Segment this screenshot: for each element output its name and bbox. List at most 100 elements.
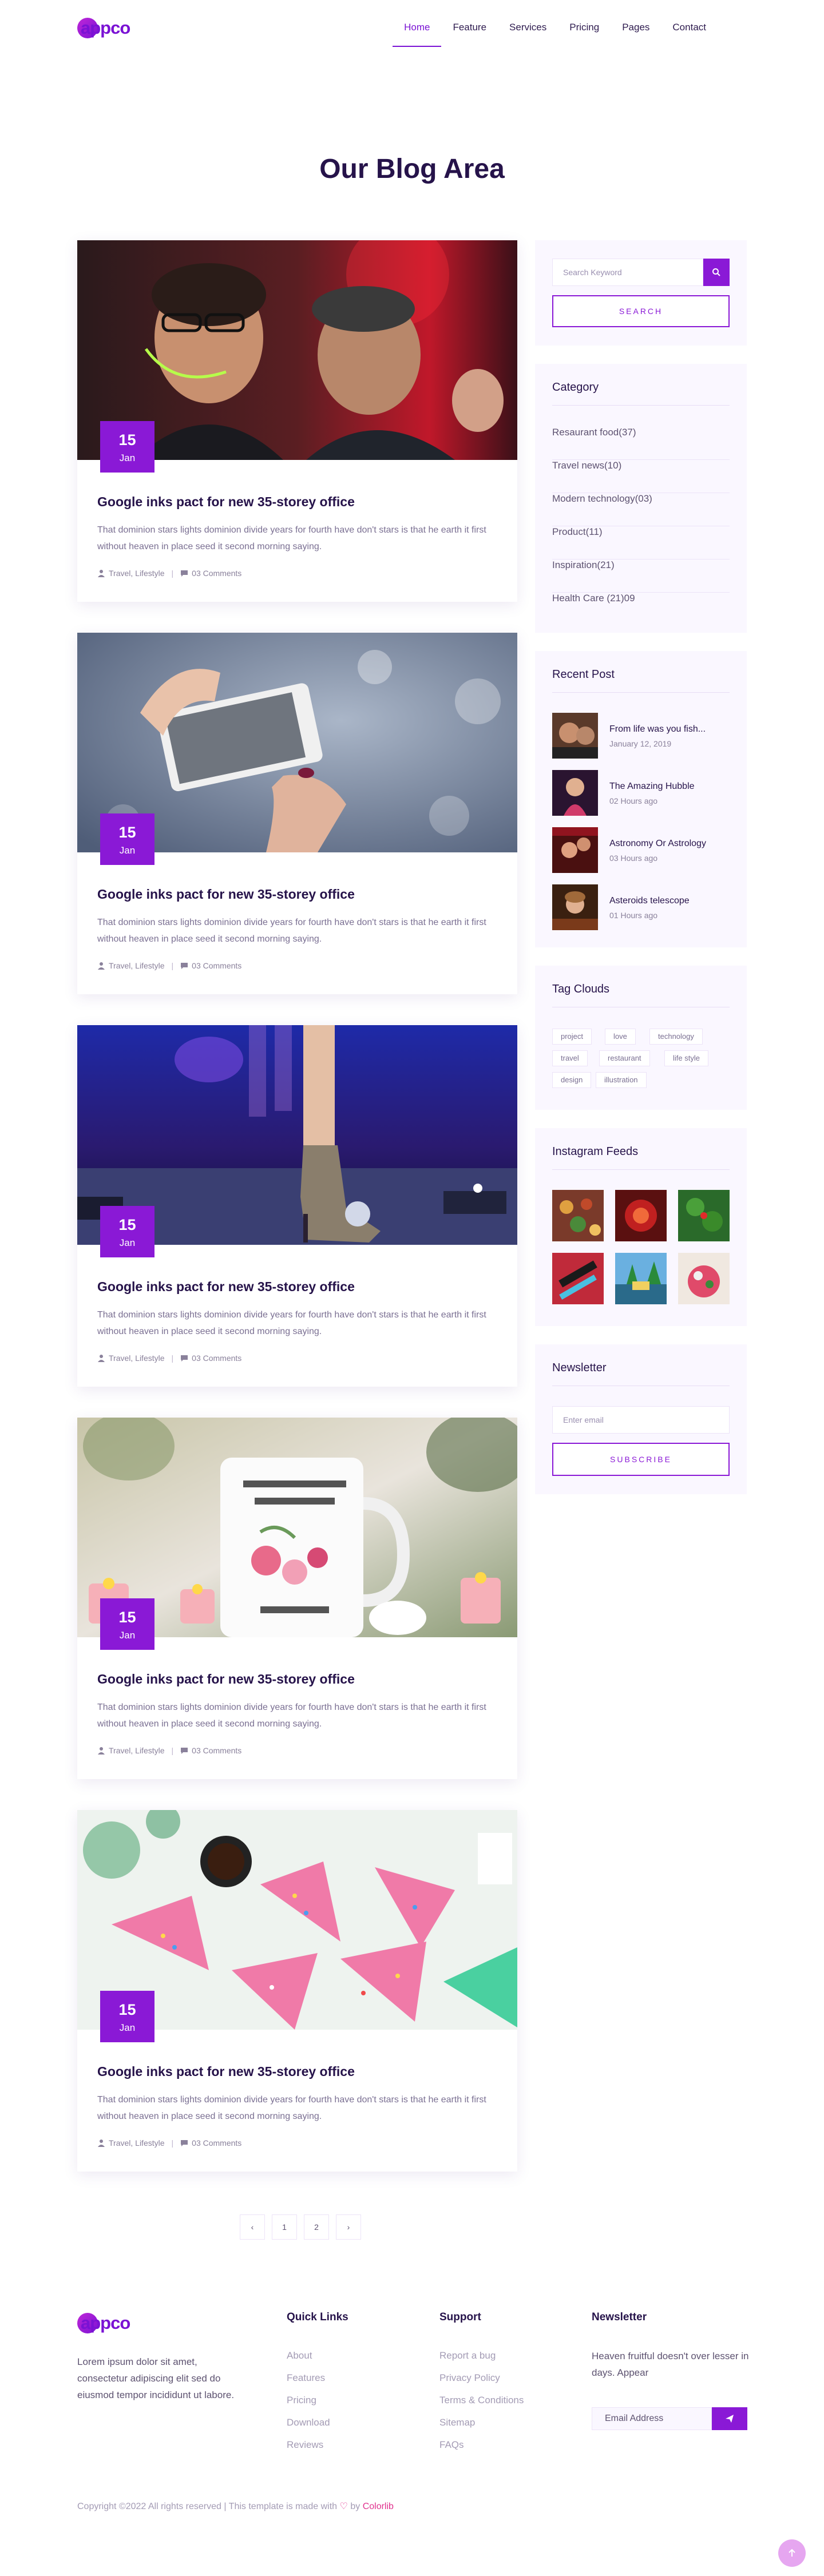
category-item[interactable]: Product(11): [552, 526, 730, 559]
post-comments[interactable]: 03 Comments: [192, 961, 241, 970]
recent-post-title-text[interactable]: Asteroids telescope: [609, 896, 690, 906]
category-item[interactable]: Health Care (21)09: [552, 593, 730, 626]
footer-logo[interactable]: appco: [77, 2310, 130, 2336]
post-excerpt: That dominion stars lights dominion divi…: [97, 1702, 486, 1729]
main-nav: Home Feature Services Pricing Pages Cont…: [393, 22, 718, 47]
meta-separator: |: [171, 1354, 174, 1363]
post-title[interactable]: Google inks pact for new 35-storey offic…: [97, 1672, 355, 1687]
recent-post-item[interactable]: The Amazing Hubble 02 Hours ago: [552, 770, 730, 816]
instagram-photo[interactable]: [552, 1190, 604, 1241]
post-comments[interactable]: 03 Comments: [192, 2138, 241, 2148]
comment-icon: [181, 570, 188, 577]
recent-post-thumb: [552, 713, 598, 759]
footer-link[interactable]: Privacy Policy: [439, 2372, 500, 2384]
copyright-by: by: [350, 2502, 360, 2511]
footer-link[interactable]: FAQs: [439, 2439, 464, 2451]
search-widget: Search Keyword SEARCH: [535, 240, 747, 346]
post-tags[interactable]: Travel, Lifestyle: [109, 1354, 165, 1363]
send-icon: [726, 2415, 734, 2423]
recent-post-title-text[interactable]: From life was you fish...: [609, 724, 706, 735]
tag-item[interactable]: life style: [664, 1050, 708, 1066]
colorlib-link[interactable]: Colorlib: [363, 2502, 394, 2511]
footer-about: Lorem ipsum dolor sit amet, consectetur …: [77, 2356, 235, 2400]
pagination-prev[interactable]: ‹: [240, 2214, 265, 2240]
nav-pricing[interactable]: Pricing: [558, 22, 611, 47]
category-item[interactable]: Inspiration(21): [552, 559, 730, 593]
pagination-next[interactable]: ›: [336, 2214, 361, 2240]
nav-pages[interactable]: Pages: [611, 22, 661, 47]
newsletter-title: Newsletter: [552, 1362, 607, 1374]
nav-feature[interactable]: Feature: [441, 22, 498, 47]
tag-item[interactable]: love: [605, 1029, 636, 1045]
category-item[interactable]: Travel news(10): [552, 460, 730, 493]
instagram-photo[interactable]: [678, 1190, 730, 1241]
nav-contact[interactable]: Contact: [661, 22, 718, 47]
site-logo[interactable]: appco: [77, 15, 130, 41]
user-icon: [98, 2140, 105, 2147]
category-item[interactable]: Modern technology(03): [552, 493, 730, 526]
post-tags[interactable]: Travel, Lifestyle: [109, 961, 165, 970]
tag-clouds-widget: Tag Clouds project love technology trave…: [535, 966, 747, 1110]
post-comments[interactable]: 03 Comments: [192, 1746, 241, 1755]
post-date-badge: 15 Jan: [100, 813, 154, 865]
newsletter-email-input[interactable]: Enter email: [552, 1406, 730, 1434]
blog-post: 15 Jan Google inks pact for new 35-store…: [77, 240, 517, 602]
recent-post-thumb: [552, 770, 598, 816]
post-comments[interactable]: 03 Comments: [192, 569, 241, 578]
meta-separator: |: [171, 569, 174, 578]
recent-post-title-text[interactable]: Astronomy Or Astrology: [609, 839, 706, 849]
footer-link[interactable]: Sitemap: [439, 2417, 475, 2428]
post-title[interactable]: Google inks pact for new 35-storey offic…: [97, 887, 355, 902]
search-button[interactable]: SEARCH: [552, 295, 730, 327]
footer-link[interactable]: About: [287, 2350, 312, 2361]
footer-link[interactable]: Terms & Conditions: [439, 2395, 524, 2406]
post-tags[interactable]: Travel, Lifestyle: [109, 1746, 165, 1755]
search-icon-button[interactable]: [703, 259, 730, 286]
user-icon: [98, 1747, 105, 1755]
post-tags[interactable]: Travel, Lifestyle: [109, 2138, 165, 2148]
subscribe-button[interactable]: SUBSCRIBE: [552, 1443, 730, 1476]
instagram-photo[interactable]: [678, 1253, 730, 1304]
recent-post-title-text[interactable]: The Amazing Hubble: [609, 781, 695, 792]
nav-services[interactable]: Services: [498, 22, 558, 47]
tag-item[interactable]: technology: [649, 1029, 703, 1045]
divider: [552, 405, 730, 406]
instagram-photo[interactable]: [552, 1253, 604, 1304]
newsletter-widget: Newsletter Enter email SUBSCRIBE: [535, 1344, 747, 1494]
tag-item[interactable]: design: [552, 1072, 592, 1088]
post-date-badge: 15 Jan: [100, 1598, 154, 1650]
post-title[interactable]: Google inks pact for new 35-storey offic…: [97, 2064, 355, 2079]
footer-link[interactable]: Features: [287, 2372, 325, 2384]
search-input[interactable]: Search Keyword: [552, 259, 703, 286]
footer-email-input[interactable]: Email Address: [592, 2407, 712, 2430]
recent-post-item[interactable]: From life was you fish... January 12, 20…: [552, 713, 730, 759]
post-date-day: 15: [118, 1609, 136, 1626]
category-item[interactable]: Resaurant food(37): [552, 427, 730, 460]
tag-item[interactable]: project: [552, 1029, 592, 1045]
post-date-month: Jan: [119, 1630, 136, 1641]
recent-post-item[interactable]: Astronomy Or Astrology 03 Hours ago: [552, 827, 730, 873]
post-date-day: 15: [118, 431, 136, 448]
tag-item[interactable]: travel: [552, 1050, 588, 1066]
tag-item[interactable]: restaurant: [599, 1050, 650, 1066]
post-tags[interactable]: Travel, Lifestyle: [109, 569, 165, 578]
recent-post-item[interactable]: Asteroids telescope 01 Hours ago: [552, 884, 730, 930]
footer-link[interactable]: Report a bug: [439, 2350, 496, 2361]
pagination-page[interactable]: 2: [304, 2214, 329, 2240]
tag-item[interactable]: illustration: [596, 1072, 647, 1088]
instagram-photo[interactable]: [615, 1190, 667, 1241]
instagram-photo[interactable]: [615, 1253, 667, 1304]
post-title[interactable]: Google inks pact for new 35-storey offic…: [97, 1279, 355, 1295]
footer-link[interactable]: Reviews: [287, 2439, 323, 2451]
footer-link[interactable]: Pricing: [287, 2395, 316, 2406]
nav-home[interactable]: Home: [393, 22, 442, 47]
post-title[interactable]: Google inks pact for new 35-storey offic…: [97, 494, 355, 510]
pagination-page[interactable]: 1: [272, 2214, 297, 2240]
back-to-top-button[interactable]: [778, 2539, 806, 2567]
instagram-title: Instagram Feeds: [552, 1145, 639, 1158]
footer-send-button[interactable]: [712, 2407, 747, 2430]
post-comments[interactable]: 03 Comments: [192, 1354, 241, 1363]
post-meta: Travel, Lifestyle | 03 Comments: [97, 569, 241, 578]
footer-link[interactable]: Download: [287, 2417, 330, 2428]
recent-post-date: 03 Hours ago: [609, 854, 658, 863]
